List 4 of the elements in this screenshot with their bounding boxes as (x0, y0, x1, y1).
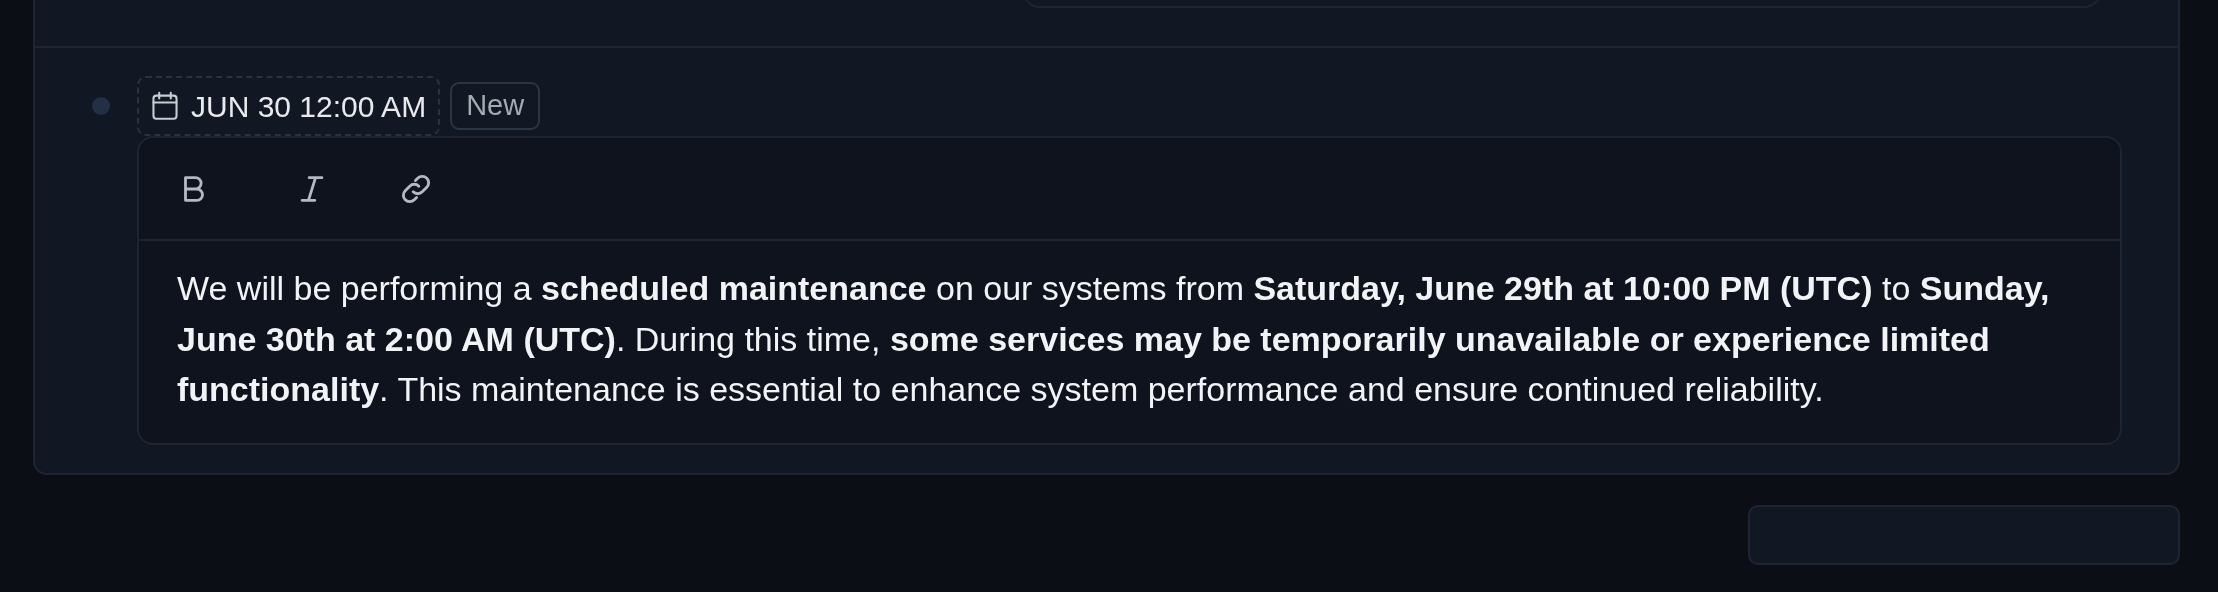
message-paragraph: We will be performing a scheduled maintenance on our systems from Saturday, June 29th at 10:00 PM (UTC) to Sunday, June 30th at 2:00 AM (UTC). During this time, some services may be temporarily unavailable or experience limited functionality. This maintenance is essential to enhance system performance and ensure continued reliability. (176, 268, 2051, 410)
status-badge: New (450, 82, 541, 130)
timeline-dot-icon (92, 97, 110, 115)
calendar-icon (151, 91, 179, 121)
